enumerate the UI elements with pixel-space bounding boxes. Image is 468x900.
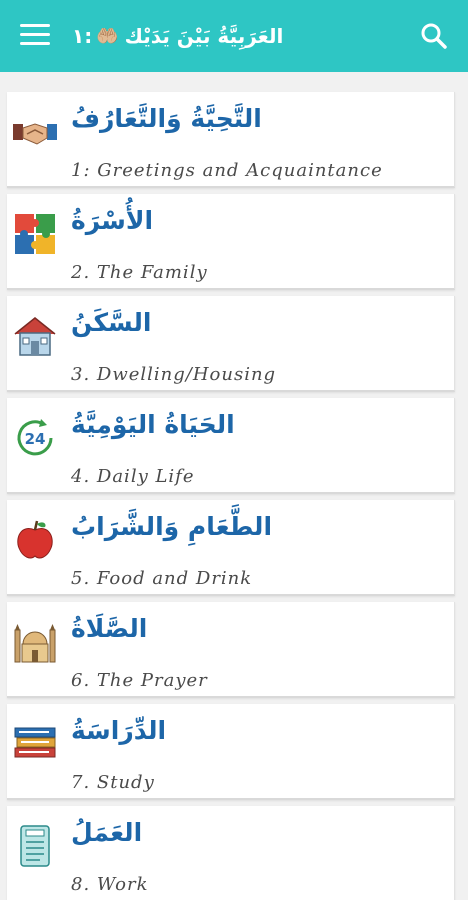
app-bar: ١: 🤲🏼 العَرَبِيَّةُ بَيْنَ يَدَيْك	[0, 0, 468, 72]
apple-icon	[13, 518, 57, 562]
title-arabic: العَرَبِيَّةُ بَيْنَ يَدَيْك	[124, 24, 284, 48]
lesson-title-arabic: الحَيَاةُ اليَوْمِيَّةُ	[71, 410, 235, 439]
lesson-title-arabic: العَمَلُ	[71, 818, 143, 847]
lesson-title-arabic: الدِّرَاسَةُ	[71, 716, 167, 745]
lesson-title-arabic: الصَّلَاةُ	[71, 614, 148, 643]
lesson-item-3[interactable]: السَّكَنُ 3. Dwelling/Housing	[7, 296, 455, 392]
24-hours-icon: 24	[13, 416, 57, 460]
lesson-title-english: 5. Food and Drink	[71, 568, 253, 589]
lesson-title-arabic: التَّحِيَّةُ وَالتَّعَارُفُ	[71, 104, 262, 133]
lesson-item-7[interactable]: الدِّرَاسَةُ 7. Study	[7, 704, 455, 800]
title-number: ١:	[72, 24, 93, 48]
lesson-title-arabic: الأُسْرَةُ	[71, 206, 154, 235]
lesson-title-english: 2. The Family	[71, 262, 208, 283]
lesson-item-1[interactable]: التَّحِيَّةُ وَالتَّعَارُفُ 1: Greetings…	[7, 92, 455, 188]
app-title: ١: 🤲🏼 العَرَبِيَّةُ بَيْنَ يَدَيْك	[72, 16, 398, 56]
svg-text:24: 24	[25, 430, 46, 448]
lesson-item-4[interactable]: 24 الحَيَاةُ اليَوْمِيَّةُ 4. Daily Life	[7, 398, 455, 494]
lesson-item-6[interactable]: الصَّلَاةُ 6. The Prayer	[7, 602, 455, 698]
lesson-title-english: 6. The Prayer	[71, 670, 208, 691]
house-icon	[13, 314, 57, 358]
lesson-item-5[interactable]: الطَّعَامِ وَالشَّرَابُ 5. Food and Drin…	[7, 500, 455, 596]
books-icon	[13, 722, 57, 766]
search-icon[interactable]	[420, 22, 448, 50]
lesson-title-english: 7. Study	[71, 772, 155, 793]
lesson-title-arabic: الطَّعَامِ وَالشَّرَابُ	[71, 512, 273, 541]
jobs-clipboard-icon	[13, 824, 57, 868]
hamburger-menu-icon[interactable]	[20, 24, 50, 48]
lesson-title-english: 4. Daily Life	[71, 466, 195, 487]
lesson-item-8[interactable]: العَمَلُ 8. Work	[7, 806, 455, 900]
lesson-item-2[interactable]: الأُسْرَةُ 2. The Family	[7, 194, 455, 290]
lesson-title-english: 3. Dwelling/Housing	[71, 364, 277, 385]
handshake-icon	[13, 110, 57, 154]
mosque-icon	[13, 620, 57, 664]
lesson-title-arabic: السَّكَنُ	[71, 308, 152, 337]
lesson-title-english: 1: Greetings and Acquaintance	[71, 160, 383, 181]
lesson-title-english: 8. Work	[71, 874, 149, 895]
praying-hands-emoji: 🤲🏼	[96, 25, 119, 47]
puzzle-icon	[13, 212, 57, 256]
